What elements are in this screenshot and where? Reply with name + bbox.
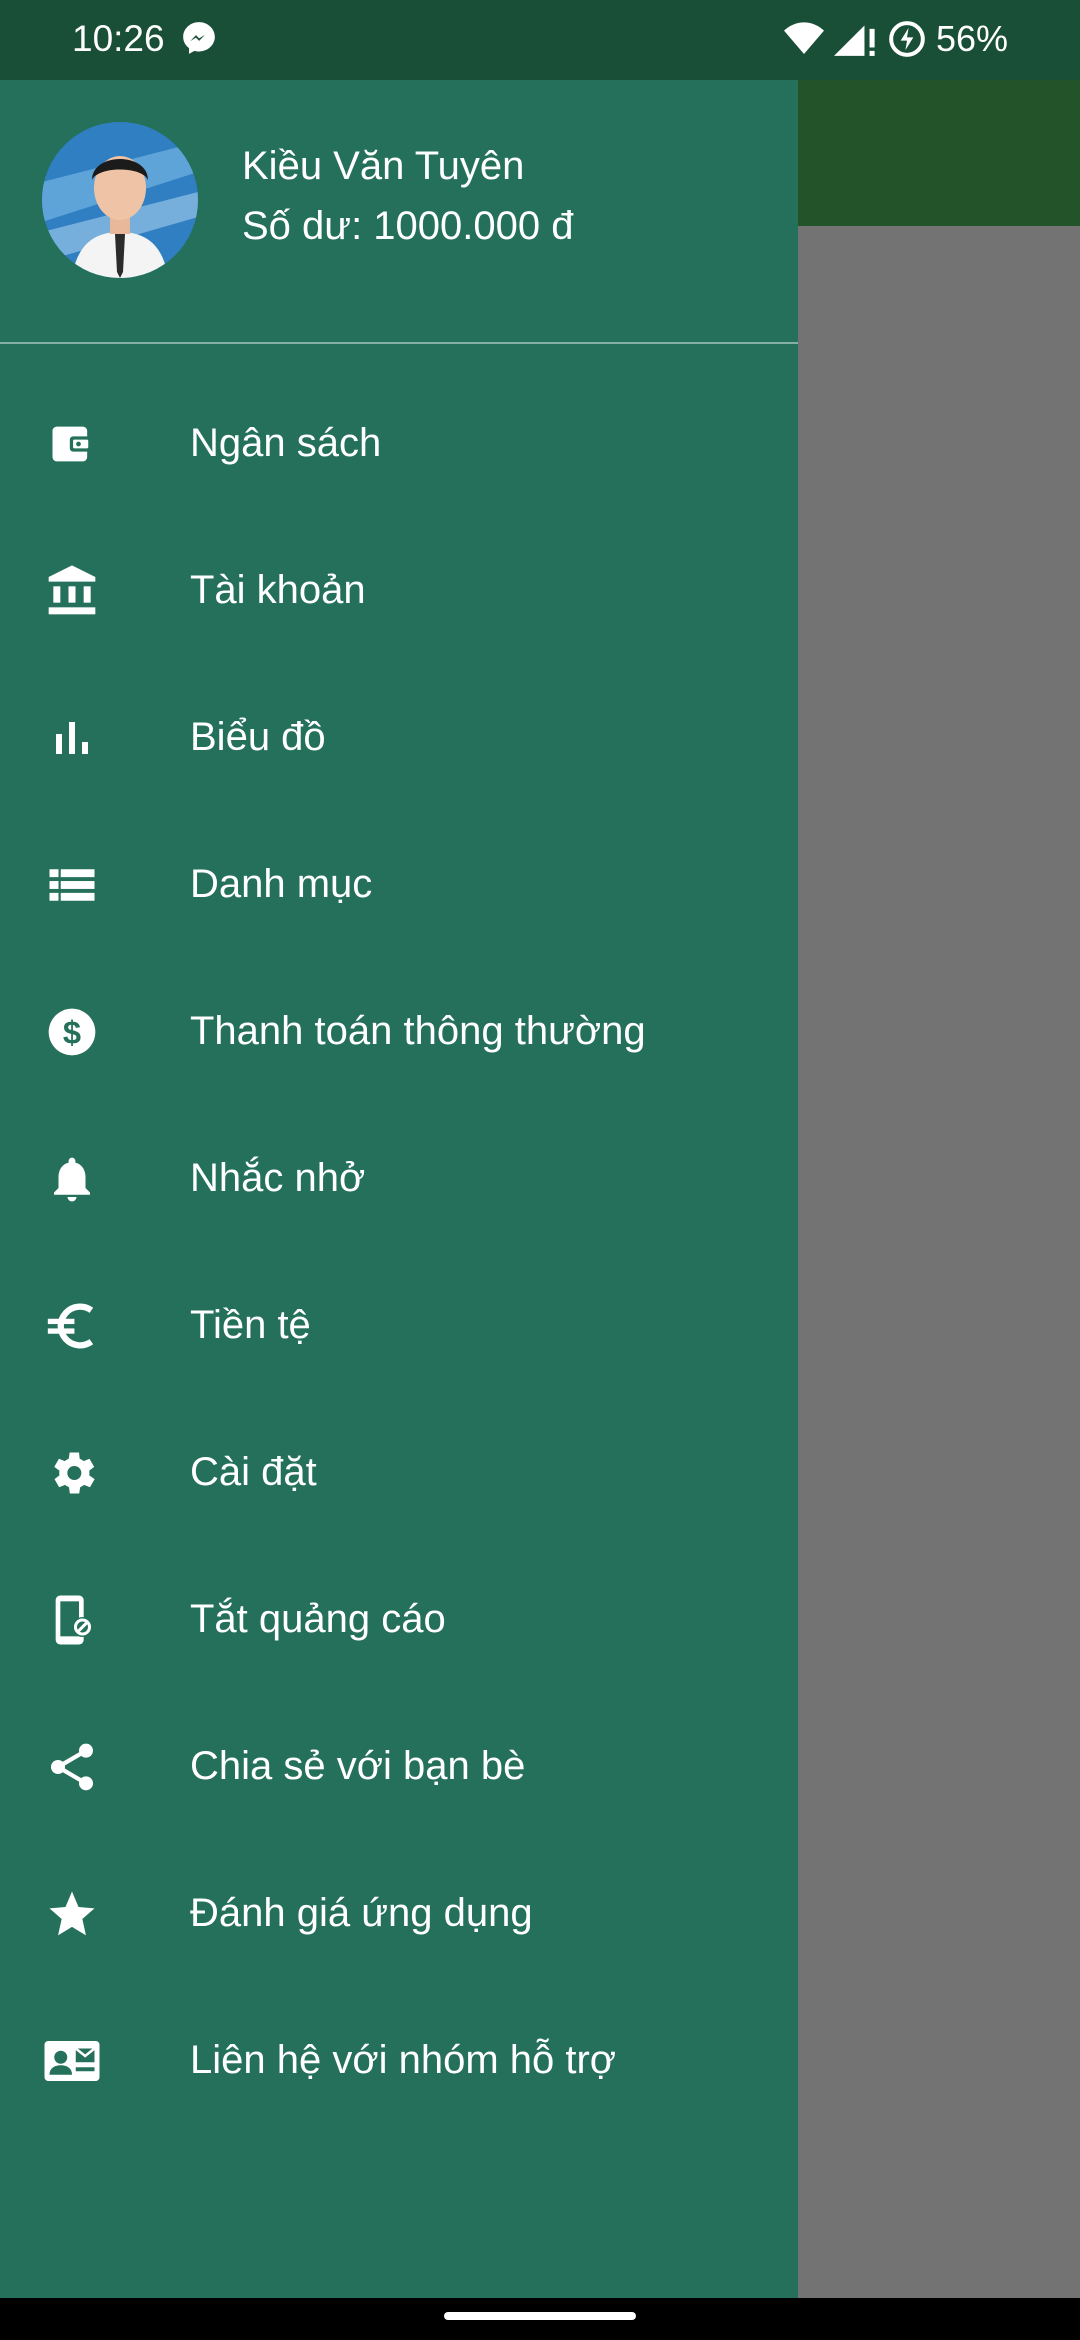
phone-block-icon — [42, 1590, 102, 1650]
menu-item-reminders[interactable]: Nhắc nhở — [0, 1105, 798, 1252]
drawer-header: Kiều Văn Tuyên Số dư: 1000.000 đ — [0, 80, 798, 342]
bank-icon — [42, 561, 102, 621]
bell-icon — [42, 1149, 102, 1209]
menu-label: Tắt quảng cáo — [190, 1597, 446, 1641]
euro-icon — [42, 1296, 102, 1356]
header-divider — [0, 342, 798, 344]
wallet-icon — [42, 414, 102, 474]
battery-percent: 56% — [935, 18, 1008, 59]
star-icon — [42, 1884, 102, 1944]
status-bar: 10:26 56% — [0, 0, 1080, 80]
menu-label: Ngân sách — [190, 421, 382, 465]
menu-label: Đánh giá ứng dụng — [190, 1891, 533, 1935]
user-balance: Số dư: 1000.000 đ — [242, 204, 574, 248]
messenger-icon — [180, 19, 218, 57]
gear-icon — [42, 1443, 102, 1503]
list-icon — [42, 855, 102, 915]
menu-label: Liên hệ với nhóm hỗ trợ — [190, 2038, 617, 2082]
svg-text:$: $ — [63, 1013, 81, 1050]
navigation-drawer: Kiều Văn Tuyên Số dư: 1000.000 đ Ngân sá… — [0, 80, 798, 2298]
menu-label: Chia sẻ với bạn bè — [190, 1744, 526, 1788]
menu-item-categories[interactable]: Danh mục — [0, 811, 798, 958]
menu-label: Tiền tệ — [190, 1303, 311, 1347]
system-nav-bar — [0, 2298, 1080, 2340]
menu-item-accounts[interactable]: Tài khoản — [0, 517, 798, 664]
menu-label: Nhắc nhở — [190, 1156, 366, 1200]
menu-label: Tài khoản — [190, 568, 366, 612]
app-bar-behind-scrim — [798, 80, 1080, 226]
home-gesture-handle[interactable] — [444, 2312, 636, 2320]
menu-item-regular-payments[interactable]: $ Thanh toán thông thường — [0, 958, 798, 1105]
status-icons: 56% — [783, 18, 1008, 60]
menu-item-rate-app[interactable]: Đánh giá ứng dụng — [0, 1840, 798, 1987]
menu-label: Biểu đồ — [190, 715, 326, 759]
wifi-icon — [783, 22, 824, 56]
menu-item-contact-support[interactable]: Liên hệ với nhóm hỗ trợ — [0, 1987, 798, 2134]
menu-label: Danh mục — [190, 862, 373, 906]
dollar-circle-icon: $ — [42, 1002, 102, 1062]
avatar[interactable] — [42, 122, 198, 278]
menu-label: Cài đặt — [190, 1450, 317, 1494]
menu-item-currency[interactable]: Tiền tệ — [0, 1252, 798, 1399]
bar-chart-icon — [42, 708, 102, 768]
menu-item-share[interactable]: Chia sẻ với bạn bè — [0, 1693, 798, 1840]
menu-item-budget[interactable]: Ngân sách — [0, 370, 798, 517]
user-name: Kiều Văn Tuyên — [242, 144, 525, 188]
menu-item-remove-ads[interactable]: Tắt quảng cáo — [0, 1546, 798, 1693]
signal-icon — [833, 22, 878, 56]
menu-item-charts[interactable]: Biểu đồ — [0, 664, 798, 811]
drawer-menu: Ngân sách Tài khoản Biểu đồ Danh mục $ T… — [0, 370, 798, 2134]
status-time: 10:26 — [72, 18, 165, 59]
share-icon — [42, 1737, 102, 1797]
contact-card-icon — [42, 2031, 102, 2091]
menu-label: Thanh toán thông thường — [190, 1009, 646, 1053]
battery-saver-icon — [888, 20, 926, 58]
menu-item-settings[interactable]: Cài đặt — [0, 1399, 798, 1546]
